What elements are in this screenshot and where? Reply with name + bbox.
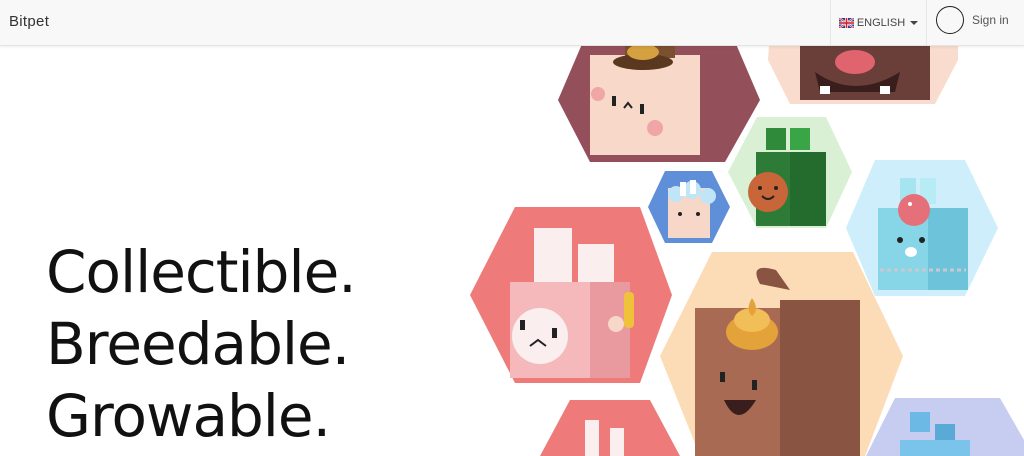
hero-headline: Collectible. Breedable. Growable. <box>46 236 357 452</box>
sign-in-label: Sign in <box>972 13 1009 27</box>
language-label: ENGLISH <box>856 16 906 29</box>
hero-line-collectible: Collectible. <box>46 238 357 306</box>
hero-line-breedable: Breedable. <box>46 310 350 378</box>
avatar-circle-icon <box>936 6 964 34</box>
pet-blue-cloud-icon <box>648 171 730 243</box>
uk-flag-icon <box>838 16 855 29</box>
pet-pink-bunny-icon <box>470 207 672 383</box>
sign-in-button[interactable]: Sign in <box>936 6 1009 34</box>
pet-green-bunny-icon <box>728 117 852 228</box>
pet-blue-bottom-icon <box>866 398 1024 456</box>
language-dropdown[interactable]: ENGLISH <box>830 0 927 45</box>
pet-brown-pudding-icon <box>660 252 903 456</box>
brand-logo[interactable]: Bitpet <box>9 13 49 30</box>
pet-bunny-hat-icon <box>558 30 760 162</box>
hero-line-growable: Growable. <box>46 382 331 450</box>
pet-pink-bottom-icon <box>540 400 680 456</box>
pet-cyan-bunny-icon <box>846 160 998 296</box>
chevron-down-icon <box>910 20 919 25</box>
top-navbar: Bitpet ENGLISH Sign in <box>0 0 1024 46</box>
